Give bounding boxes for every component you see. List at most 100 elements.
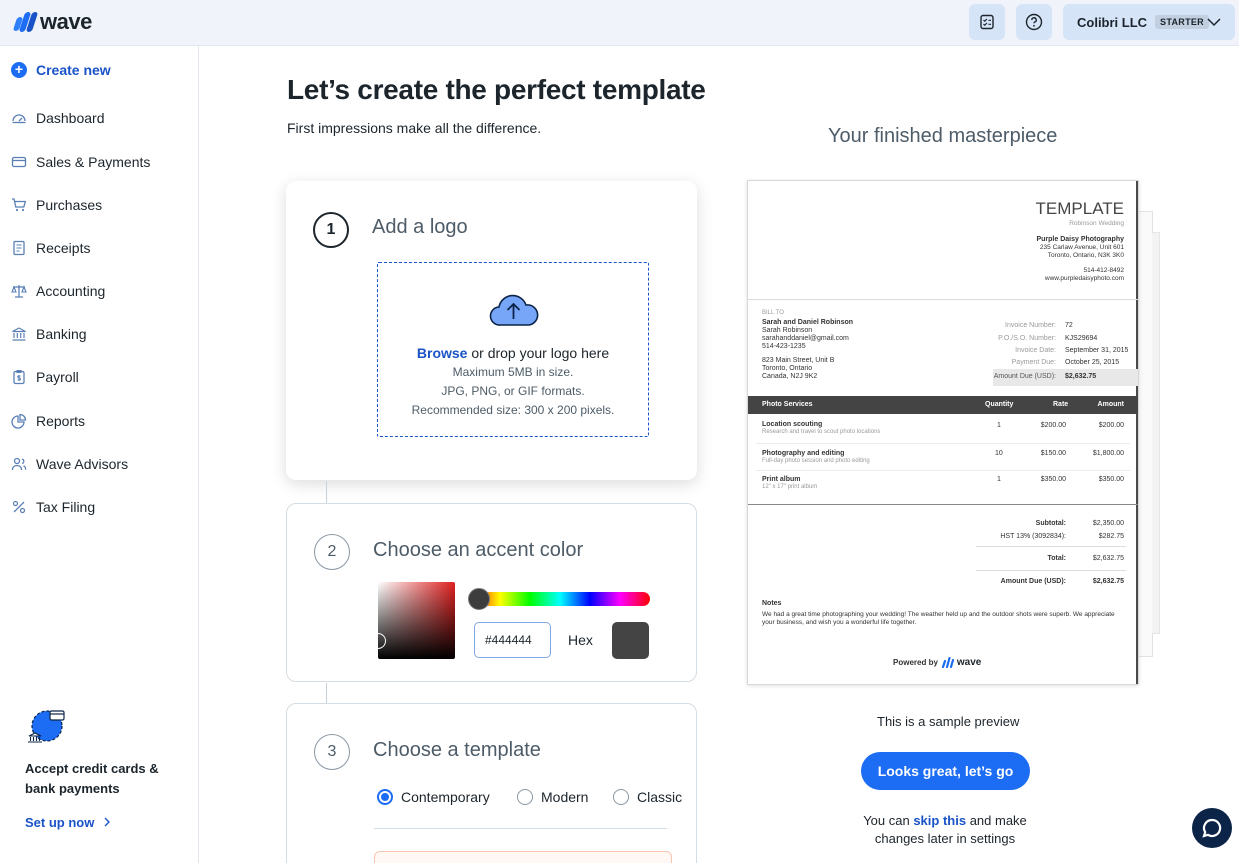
checklist-button[interactable] bbox=[969, 4, 1005, 40]
divider bbox=[976, 546, 1126, 547]
sidebar-item-reports[interactable]: Reports bbox=[11, 413, 85, 429]
plus-icon: + bbox=[11, 62, 27, 78]
skip-this-link[interactable]: skip this bbox=[913, 813, 966, 828]
step-title: Choose an accent color bbox=[373, 539, 584, 561]
divider bbox=[756, 470, 1130, 471]
hue-slider-handle[interactable] bbox=[468, 588, 490, 610]
template-option-contemporary[interactable]: Contemporary bbox=[377, 789, 490, 805]
company-address: Toronto, Ontario, N3K 3K0 bbox=[1047, 252, 1124, 259]
item-desc: 12" x 17" print album bbox=[762, 484, 818, 490]
sidebar-item-tax-filing[interactable]: Tax Filing bbox=[11, 499, 95, 515]
step-accent-color-card[interactable]: 2 Choose an accent color Hex bbox=[286, 503, 697, 682]
help-button[interactable] bbox=[1016, 4, 1052, 40]
sidebar-item-payroll[interactable]: Payroll bbox=[11, 369, 79, 385]
radio-unselected[interactable] bbox=[613, 789, 629, 805]
set-up-now-label: Set up now bbox=[25, 815, 95, 830]
sidebar-item-banking[interactable]: Banking bbox=[11, 326, 87, 342]
step-number: 2 bbox=[314, 534, 350, 570]
drop-text: or drop your logo here bbox=[467, 345, 610, 361]
top-bar: wave Colibri LLC STARTER bbox=[0, 0, 1239, 46]
divider bbox=[374, 828, 667, 829]
template-option-classic[interactable]: Classic bbox=[613, 789, 682, 805]
formats-text: JPG, PNG, or GIF formats. bbox=[441, 384, 585, 398]
percent-icon bbox=[11, 499, 27, 515]
amount-due-label: Amount Due (USD): bbox=[993, 373, 1056, 380]
create-new-label: Create new bbox=[36, 62, 111, 78]
step-number: 3 bbox=[314, 734, 350, 770]
recommended-size-text: Recommended size: 300 x 200 pixels. bbox=[411, 403, 615, 417]
radio-selected[interactable] bbox=[377, 789, 393, 805]
meta-value: October 25, 2015 bbox=[1065, 359, 1120, 366]
help-icon bbox=[1025, 13, 1043, 31]
sidebar-item-sales-payments[interactable]: Sales & Payments bbox=[11, 154, 150, 170]
credit-card-icon bbox=[11, 154, 27, 170]
chat-button[interactable] bbox=[1192, 808, 1232, 848]
saturation-handle[interactable] bbox=[370, 633, 386, 649]
pie-chart-icon bbox=[11, 413, 27, 429]
accent-bar bbox=[1136, 181, 1138, 684]
color-swatch bbox=[612, 622, 649, 659]
meta-value: September 31, 2015 bbox=[1065, 347, 1129, 354]
client-phone: 514-423-1235 bbox=[762, 343, 806, 350]
create-new-button[interactable]: + Create new bbox=[11, 62, 111, 78]
column-header: Photo Services bbox=[762, 401, 813, 408]
sidebar-item-receipts[interactable]: Receipts bbox=[11, 240, 90, 256]
wave-logo[interactable]: wave bbox=[12, 9, 92, 35]
powered-by-label: Powered by bbox=[893, 658, 938, 667]
hue-slider[interactable] bbox=[470, 592, 650, 606]
total-value: $2,632.75 bbox=[1092, 555, 1124, 562]
item-amount: $1,800.00 bbox=[1092, 450, 1124, 457]
tax-value: $282.75 bbox=[1098, 533, 1124, 540]
sidebar-item-label: Purchases bbox=[36, 197, 103, 213]
set-up-now-link[interactable]: Set up now bbox=[25, 815, 111, 830]
step-connector bbox=[326, 481, 327, 503]
page-stack-shadow bbox=[1152, 232, 1160, 634]
notes-label: Notes bbox=[762, 600, 782, 607]
sidebar-item-label: Receipts bbox=[36, 240, 91, 256]
sidebar-item-label: Tax Filing bbox=[36, 499, 96, 515]
step-template-card[interactable]: 3 Choose a template Contemporary Modern … bbox=[286, 703, 697, 863]
sidebar-item-wave-advisors[interactable]: Wave Advisors bbox=[11, 456, 128, 472]
wave-logo-mark-icon bbox=[12, 11, 39, 33]
hex-input[interactable] bbox=[474, 622, 551, 658]
sidebar-item-label: Banking bbox=[36, 326, 87, 342]
invoice-preview: TEMPLATE Robinson Wedding Purple Daisy P… bbox=[747, 180, 1139, 685]
company-phone: 514-412-8492 bbox=[1083, 267, 1124, 274]
step-add-logo-card: 1 Add a logo Browse or drop your logo he… bbox=[286, 181, 697, 480]
template-option-label: Modern bbox=[541, 789, 589, 805]
advisors-icon bbox=[11, 456, 27, 472]
item-amount: $350.00 bbox=[1098, 476, 1124, 483]
page-stack-shadow bbox=[1138, 211, 1153, 657]
looks-great-button[interactable]: Looks great, let’s go bbox=[861, 752, 1030, 790]
preview-heading: Your finished masterpiece bbox=[828, 125, 1058, 147]
wave-logo-mark-icon bbox=[941, 657, 954, 668]
sidebar-item-accounting[interactable]: Accounting bbox=[11, 283, 105, 299]
client-contact: Sarah Robinson bbox=[762, 327, 813, 334]
step-connector bbox=[326, 683, 327, 703]
template-thumbnail[interactable] bbox=[374, 851, 672, 863]
template-option-modern[interactable]: Modern bbox=[517, 789, 588, 805]
client-email: sarahanddaniel@gmail.com bbox=[762, 335, 849, 342]
powered-by-brand: wave bbox=[956, 657, 982, 668]
item-name: Photography and editing bbox=[762, 450, 845, 457]
invoice-table-header: Photo Services Quantity Rate Amount bbox=[748, 396, 1138, 414]
saturation-picker[interactable] bbox=[370, 582, 455, 659]
checklist-icon bbox=[980, 14, 994, 30]
item-rate: $150.00 bbox=[1040, 450, 1066, 457]
sidebar-item-label: Payroll bbox=[36, 369, 79, 385]
receipt-icon bbox=[11, 240, 27, 256]
browse-link[interactable]: Browse bbox=[417, 345, 468, 361]
radio-unselected[interactable] bbox=[517, 789, 533, 805]
item-rate: $200.00 bbox=[1040, 422, 1066, 429]
sample-preview-text: This is a sample preview bbox=[877, 714, 1020, 729]
item-rate: $350.00 bbox=[1040, 476, 1066, 483]
sidebar-item-purchases[interactable]: Purchases bbox=[11, 197, 102, 213]
logo-dropzone[interactable]: Browse or drop your logo here Maximum 5M… bbox=[377, 262, 649, 437]
template-option-label: Contemporary bbox=[401, 789, 490, 805]
invoice-title: TEMPLATE bbox=[1035, 199, 1124, 218]
sidebar-item-dashboard[interactable]: Dashboard bbox=[11, 110, 105, 126]
chevron-down-icon bbox=[1207, 18, 1221, 27]
amount-due-value: $2,632.75 bbox=[1092, 578, 1124, 585]
business-switcher[interactable]: Colibri LLC STARTER bbox=[1063, 4, 1235, 40]
item-qty: 1 bbox=[997, 422, 1001, 429]
